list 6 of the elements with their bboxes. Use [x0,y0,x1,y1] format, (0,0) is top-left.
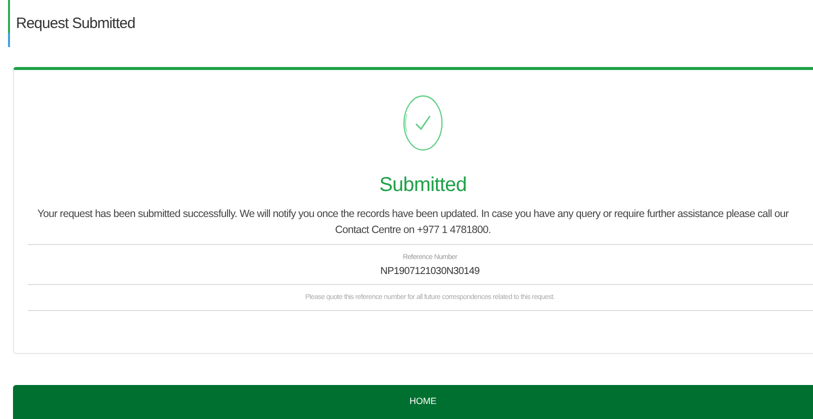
status-message: Your request has been submitted successfully. We will notify you once the records have been updated. In case you have any query or require further assistance please call our Contact Centre on +977 1 4781800. [36,207,790,238]
page-title: Request Submitted [16,15,136,32]
home-button[interactable]: HOME [13,385,813,419]
checkmark-circle-icon [402,94,444,152]
reference-number: NP1907121030N30149 [380,266,480,277]
status-heading: Submitted [379,174,467,197]
